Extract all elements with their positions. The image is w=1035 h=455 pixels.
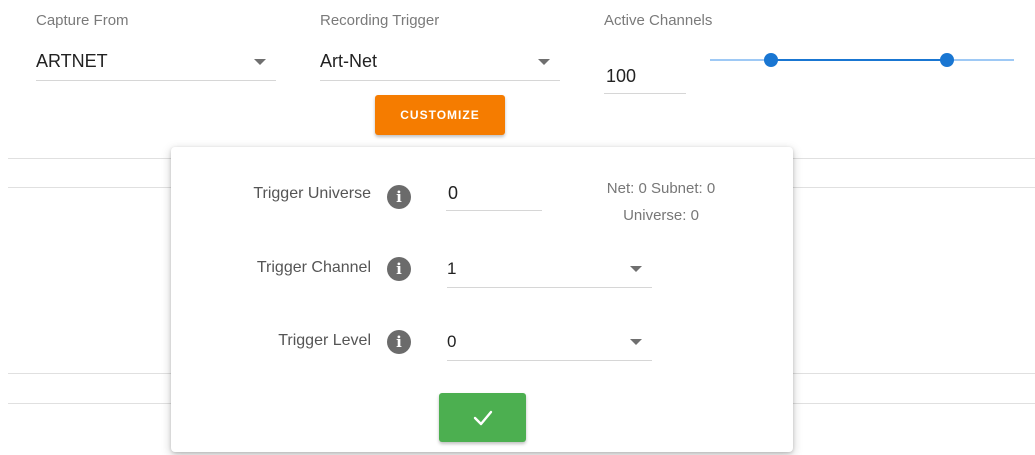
trigger-channel-value: 1	[447, 258, 457, 278]
chevron-down-icon	[630, 338, 642, 345]
trigger-channel-label: Trigger Channel	[256, 259, 371, 276]
channel-range-slider[interactable]	[710, 52, 1014, 68]
recording-trigger-label: Recording Trigger	[320, 12, 440, 29]
active-channels-label: Active Channels	[604, 12, 713, 29]
confirm-button[interactable]	[439, 393, 526, 442]
trigger-level-label: Trigger Level	[278, 332, 371, 349]
recording-trigger-value: Art-Net	[320, 51, 378, 71]
capture-from-select[interactable]: ARTNET	[36, 43, 276, 81]
check-icon	[473, 410, 492, 425]
info-icon[interactable]: i	[387, 257, 411, 281]
chevron-down-icon	[538, 58, 550, 65]
trigger-level-value: 0	[447, 331, 457, 351]
slider-thumb-high[interactable]	[940, 53, 955, 67]
recorder-settings-page: Capture From ARTNET Recording Trigger Ar…	[0, 0, 1035, 455]
chevron-down-icon	[630, 265, 642, 272]
net-info-line2: Universe: 0	[623, 207, 699, 224]
slider-thumb-low[interactable]	[763, 53, 778, 67]
slider-selected-track	[770, 59, 948, 61]
capture-from-label: Capture From	[36, 12, 129, 29]
trigger-channel-select[interactable]: 1	[447, 250, 652, 288]
trigger-universe-label: Trigger Universe	[253, 185, 371, 202]
info-icon[interactable]: i	[387, 330, 411, 354]
info-icon[interactable]: i	[387, 185, 411, 209]
trigger-universe-input[interactable]	[446, 177, 542, 211]
net-info-text: Net: 0 Subnet: 0 Universe: 0	[571, 175, 751, 229]
trigger-settings-popup: Trigger Universe i Net: 0 Subnet: 0 Univ…	[171, 147, 793, 452]
chevron-down-icon	[254, 58, 266, 65]
capture-from-value: ARTNET	[36, 51, 108, 71]
trigger-level-select[interactable]: 0	[447, 323, 652, 361]
active-channels-input[interactable]	[604, 60, 686, 94]
recording-trigger-select[interactable]: Art-Net	[320, 43, 560, 81]
customize-button[interactable]: CUSTOMIZE	[375, 95, 505, 135]
net-info-line1: Net: 0 Subnet: 0	[606, 180, 716, 197]
